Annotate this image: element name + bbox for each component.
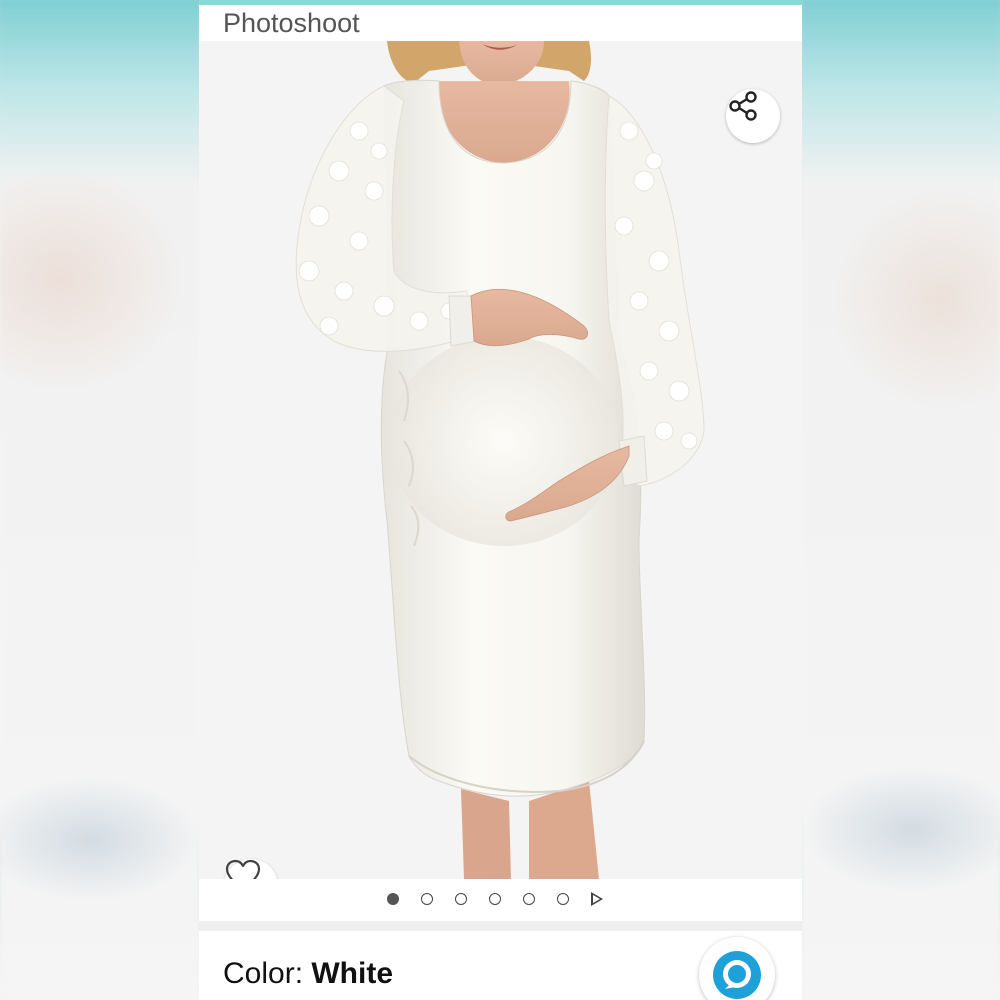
share-icon [729,91,757,121]
pager-dots [387,892,603,906]
pager-dot-5[interactable] [523,893,535,905]
page-title: Photoshoot [223,8,360,38]
alexa-button[interactable] [699,937,775,1000]
alexa-icon [713,951,761,999]
product-page: Photoshoot Color: White [199,0,802,1000]
heart-icon [225,859,261,879]
color-selector: Color: White [199,931,802,1000]
blurred-background-right [802,0,1000,1000]
pager-dot-1[interactable] [387,893,399,905]
pager-dot-6[interactable] [557,893,569,905]
color-label: Color: White [223,957,393,991]
pager-dot-2[interactable] [421,893,433,905]
pager-dot-3[interactable] [455,893,467,905]
color-value: White [311,957,394,990]
share-button[interactable] [726,89,780,143]
section-divider [199,921,802,931]
pager-dot-4[interactable] [489,893,501,905]
product-photo [295,41,705,879]
blurred-background-left [0,0,199,1000]
carousel-pager [199,879,802,921]
page-header: Photoshoot [199,5,802,41]
product-image-carousel[interactable] [199,41,802,879]
color-label-prefix: Color: [223,957,312,990]
video-play-icon[interactable] [591,892,603,906]
